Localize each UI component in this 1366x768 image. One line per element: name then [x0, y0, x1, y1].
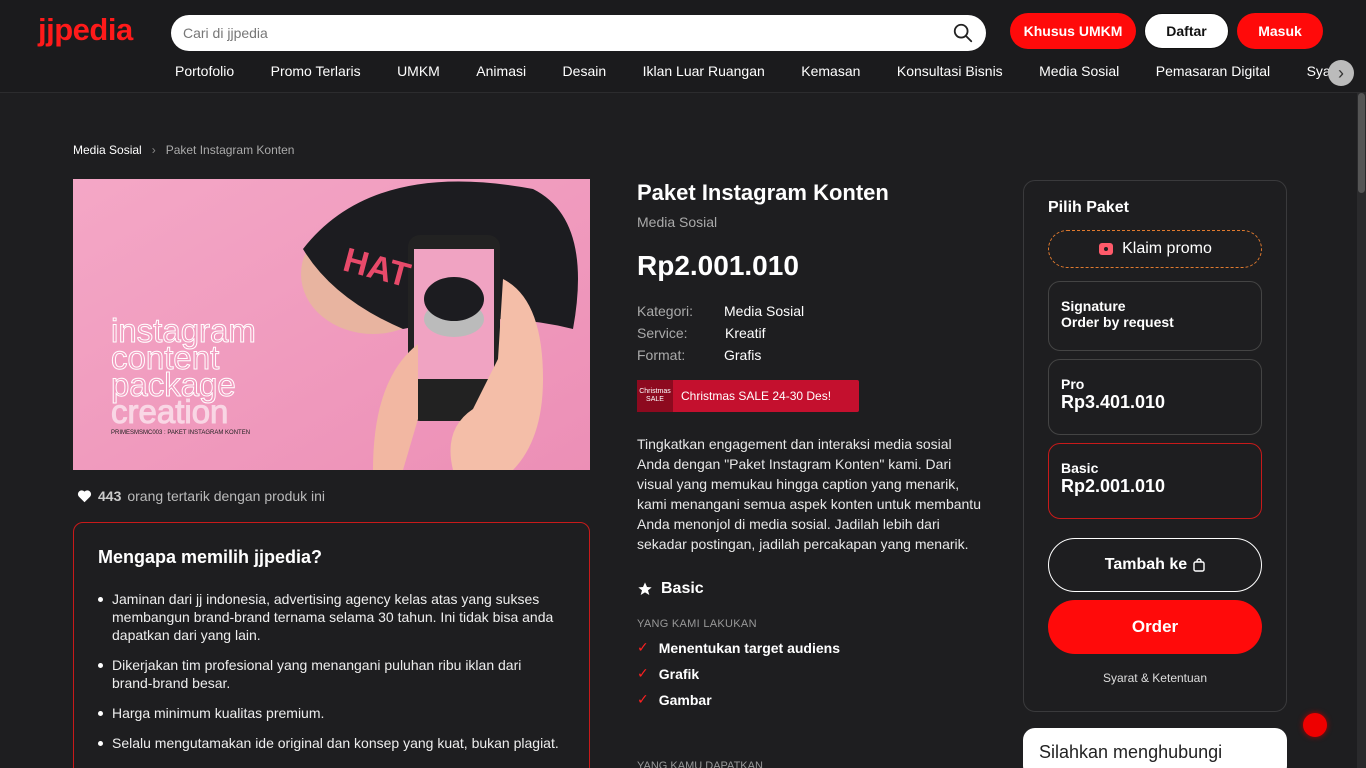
image-caption: instagram content package creation: [111, 314, 257, 430]
nav-item-umkm[interactable]: UMKM: [397, 63, 440, 79]
add-to-cart-label: Tambah ke: [1104, 556, 1188, 573]
breadcrumb-current: Paket Instagram Konten: [165, 143, 295, 157]
image-code: PRIMESMSMC003 : PAKET INSTAGRAM KONTEN: [111, 430, 251, 436]
site-logo[interactable]: jjpedia: [38, 12, 133, 48]
nav-item-desain[interactable]: Desain: [563, 63, 607, 79]
chevron-right-icon: ›: [151, 143, 156, 157]
nav-item-media-sosial[interactable]: Media Sosial: [1039, 63, 1119, 79]
nav-item-konsultasi-bisnis[interactable]: Konsultasi Bisnis: [897, 63, 1003, 79]
nav-item-pemasaran-digital[interactable]: Pemasaran Digital: [1156, 63, 1270, 79]
spec-value: Kreatif: [725, 325, 766, 341]
package-heading: Basic: [637, 580, 982, 598]
image-caption-line: creation: [111, 393, 229, 430]
feature-item: ✓ Grafik: [637, 665, 982, 682]
why-item: Selalu mengutamakan ide original dan kon…: [98, 734, 565, 752]
product-description: Tingkatkan engagement dan interaksi medi…: [637, 436, 981, 552]
why-list: Jaminan dari jj indonesia, advertising a…: [98, 590, 565, 752]
claim-promo-button[interactable]: Klaim promo: [1048, 230, 1262, 268]
feature-text: Gambar: [658, 691, 712, 708]
spec-value: Grafis: [724, 347, 762, 363]
option-price: Order by request: [1061, 314, 1174, 330]
category-nav: Portofolio Promo Terlaris UMKM Animasi D…: [175, 63, 1345, 83]
search-bar[interactable]: [171, 15, 986, 51]
interest-text: orang tertarik dengan produk ini: [127, 488, 326, 504]
package-option-signature[interactable]: Signature Order by request: [1048, 281, 1262, 351]
order-button[interactable]: Order: [1048, 600, 1262, 654]
interest-number: 443: [98, 488, 122, 504]
breadcrumb-parent[interactable]: Media Sosial: [73, 143, 142, 157]
claim-promo-label: Klaim promo: [1122, 240, 1212, 257]
star-icon: [638, 582, 652, 595]
check-icon: ✓: [637, 691, 649, 707]
product-specs: Kategori: Media Sosial Service: Kreatif Fo…: [637, 300, 982, 366]
search-input[interactable]: [183, 15, 943, 51]
add-to-cart-button[interactable]: Tambah ke: [1048, 538, 1262, 592]
feature-text: Menentukan target audiens: [658, 639, 840, 656]
product-price: Rp2.001.010: [637, 250, 799, 281]
bag-icon: [1193, 558, 1205, 572]
nav-item-animasi[interactable]: Animasi: [476, 63, 526, 79]
nav-item-promo-terlaris[interactable]: Promo Terlaris: [271, 63, 361, 79]
chat-bubble-icon[interactable]: [1303, 713, 1327, 737]
check-icon: ✓: [637, 665, 649, 681]
product-title: Paket Instagram Konten: [637, 180, 889, 205]
package-name: Basic: [661, 580, 704, 597]
why-jjpedia-box: Mengapa memilih jjpedia? Jaminan dari jj…: [73, 522, 590, 768]
spec-label: Kategori:: [637, 303, 694, 319]
heart-icon[interactable]: [77, 489, 92, 503]
what-we-do-label: YANG KAMI LAKUKAN: [637, 618, 757, 630]
option-name: Signature: [1061, 298, 1126, 314]
nav-item-iklan-luar-ruangan[interactable]: Iklan Luar Ruangan: [643, 63, 765, 79]
page-scrollbar[interactable]: [1357, 93, 1366, 768]
package-option-basic[interactable]: Basic Rp2.001.010: [1048, 443, 1262, 519]
panel-title: Pilih Paket: [1048, 199, 1129, 216]
christmas-sale-badge: Christmas SALE: [637, 380, 673, 412]
scrollbar-thumb[interactable]: [1358, 93, 1365, 193]
check-icon: ✓: [637, 639, 649, 655]
site-header: jjpedia Khusus UMKM Daftar Masuk Portofo…: [0, 0, 1366, 93]
umkm-button[interactable]: Khusus UMKM: [1010, 13, 1136, 49]
option-name: Pro: [1061, 376, 1085, 392]
spec-value: Media Sosial: [724, 303, 805, 319]
promo-banner[interactable]: Christmas SALE Christmas SALE 24-30 Des!: [637, 380, 859, 412]
feature-item: ✓ Menentukan target audiens: [637, 639, 982, 656]
package-panel: Pilih Paket Klaim promo Signature Order …: [1023, 180, 1287, 712]
login-button[interactable]: Masuk: [1237, 13, 1323, 49]
spec-label: Format:: [637, 347, 686, 363]
why-title: Mengapa memilih jjpedia?: [98, 547, 323, 567]
option-name: Basic: [1061, 460, 1099, 476]
contact-widget[interactable]: Silahkan menghubungi: [1023, 728, 1287, 768]
register-button[interactable]: Daftar: [1144, 13, 1229, 49]
ticket-icon: [1099, 243, 1114, 255]
terms-link[interactable]: Syarat & Ketentuan: [1024, 671, 1286, 685]
nav-item-kemasan[interactable]: Kemasan: [801, 63, 860, 79]
search-icon[interactable]: [952, 22, 974, 44]
option-price: Rp2.001.010: [1061, 476, 1166, 496]
feature-item: ✓ Gambar: [637, 691, 982, 708]
nav-item-portofolio[interactable]: Portofolio: [175, 63, 234, 79]
feature-text: Grafik: [658, 665, 700, 682]
what-you-get-label: YANG KAMU DAPATKAN: [637, 760, 763, 768]
chevron-right-icon[interactable]: ›: [1328, 60, 1354, 86]
product-image[interactable]: instagram content package creation PRIME…: [73, 179, 590, 470]
spec-label: Service:: [637, 325, 688, 341]
interest-count: 443 orang tertarik dengan produk ini: [77, 488, 325, 504]
promo-banner-text: Christmas SALE 24-30 Des!: [681, 389, 832, 403]
option-price: Rp3.401.010: [1061, 392, 1166, 412]
product-details: Paket Instagram Konten Media Sosial Rp2.…: [637, 180, 982, 708]
package-option-pro[interactable]: Pro Rp3.401.010: [1048, 359, 1262, 435]
why-item: Harga minimum kualitas premium.: [98, 704, 565, 722]
why-item: Jaminan dari jj indonesia, advertising a…: [98, 590, 565, 644]
breadcrumb: Media Sosial › Paket Instagram Konten: [73, 143, 294, 157]
why-item: Dikerjakan tim profesional yang menangan…: [98, 656, 565, 692]
product-category: Media Sosial: [637, 214, 718, 230]
